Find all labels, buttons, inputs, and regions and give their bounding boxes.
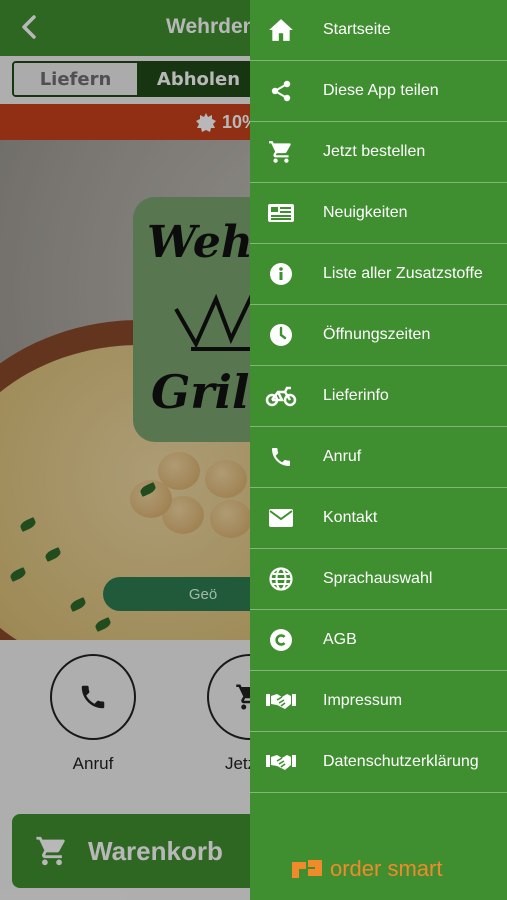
info-icon: [250, 244, 310, 305]
menu-item-news[interactable]: Neuigkeiten: [250, 183, 507, 244]
menu-item-contact[interactable]: Kontakt: [250, 488, 507, 549]
menu-item-startseite[interactable]: Startseite: [250, 0, 507, 61]
menu-item-privacy[interactable]: Datenschutzerklärung: [250, 732, 507, 793]
menu-item-additives[interactable]: Liste aller Zusatzstoffe: [250, 244, 507, 305]
globe-icon: [250, 549, 310, 610]
clock-icon: [250, 305, 310, 366]
menu-item-language[interactable]: Sprachauswahl: [250, 549, 507, 610]
menu-item-terms[interactable]: AGB: [250, 610, 507, 671]
share-icon: [250, 61, 310, 122]
envelope-icon: [250, 488, 310, 549]
menu-item-imprint[interactable]: Impressum: [250, 671, 507, 732]
order-smart-logo: order smart: [290, 856, 442, 882]
menu-item-call[interactable]: Anruf: [250, 427, 507, 488]
copyright-icon: [250, 610, 310, 671]
handshake-icon: [250, 732, 310, 793]
motorbike-icon: [250, 366, 310, 427]
home-icon: [250, 0, 310, 61]
phone-icon: [250, 427, 310, 488]
news-icon: [250, 183, 310, 244]
order-smart-mark-icon: [292, 860, 322, 878]
navigation-drawer: Startseite Diese App teilen Jetzt bestel…: [250, 0, 507, 900]
brand-text: order smart: [330, 856, 443, 881]
handshake-icon: [250, 671, 310, 732]
menu-item-opening-hours[interactable]: Öffnungszeiten: [250, 305, 507, 366]
menu-item-order-now[interactable]: Jetzt bestellen: [250, 122, 507, 183]
menu-item-share-app[interactable]: Diese App teilen: [250, 61, 507, 122]
cart-icon: [250, 122, 310, 183]
menu-item-delivery-info[interactable]: Lieferinfo: [250, 366, 507, 427]
